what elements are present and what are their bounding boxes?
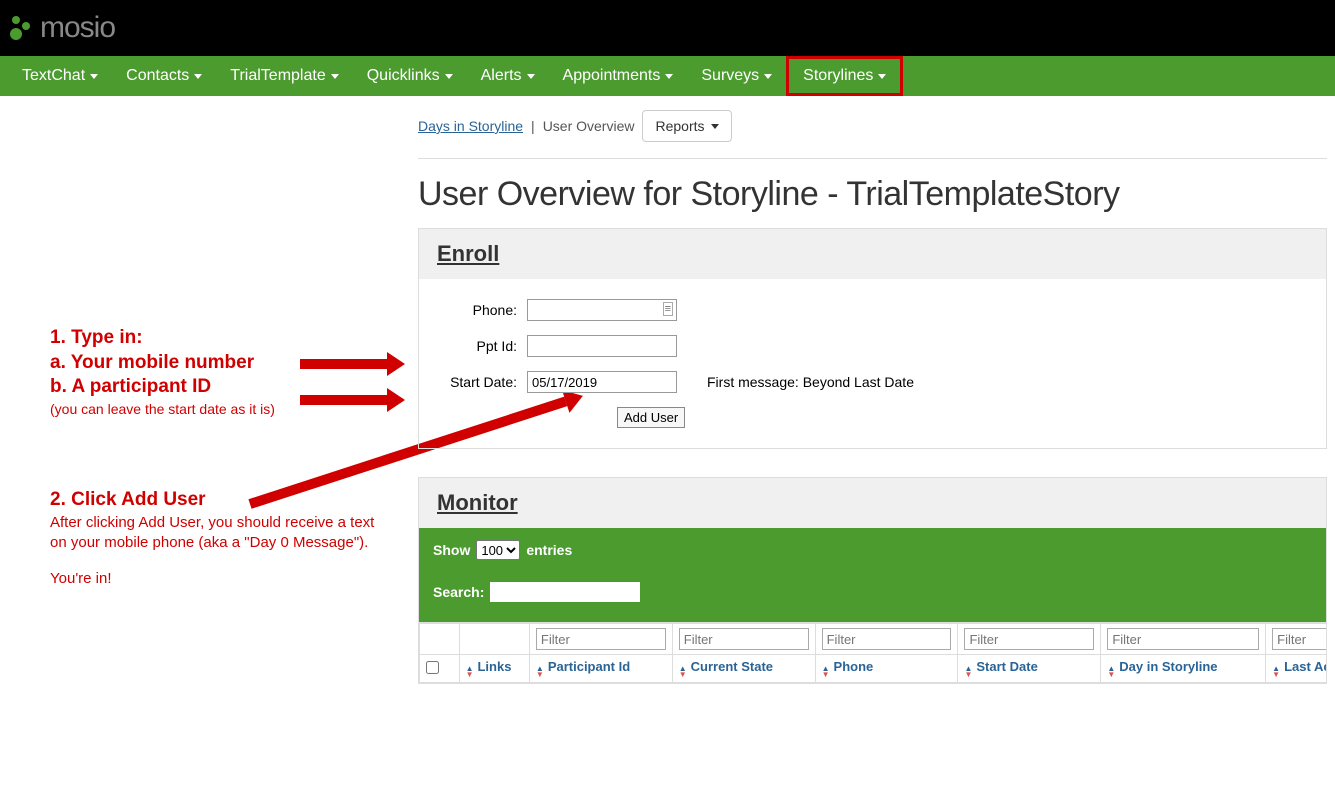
nav-label: TrialTemplate bbox=[230, 67, 325, 85]
chevron-down-icon bbox=[764, 74, 772, 79]
search-label: Search: bbox=[433, 584, 484, 600]
top-bar: mosio bbox=[0, 0, 1335, 56]
enroll-heading: Enroll bbox=[437, 241, 1308, 267]
filter-input-last-activity[interactable] bbox=[1272, 628, 1326, 650]
annotation-arrow-icon bbox=[300, 388, 405, 412]
entries-label: entries bbox=[526, 542, 572, 558]
nav-alerts[interactable]: Alerts bbox=[467, 56, 549, 96]
chevron-down-icon bbox=[878, 74, 886, 79]
reports-dropdown-button[interactable]: Reports bbox=[642, 110, 731, 142]
ppt-id-input[interactable] bbox=[527, 335, 677, 357]
filter-input-day-in-storyline[interactable] bbox=[1107, 628, 1259, 650]
page-body: Days in Storyline | User Overview Report… bbox=[410, 96, 1335, 684]
nav-label: Contacts bbox=[126, 67, 189, 85]
header-day-in-storyline[interactable]: ▲▼Day in Storyline bbox=[1101, 655, 1266, 683]
nav-label: Alerts bbox=[481, 67, 522, 85]
filter-input-phone[interactable] bbox=[822, 628, 952, 650]
header-last-activity-date[interactable]: ▲▼Last Activity Date bbox=[1266, 655, 1326, 683]
annotation-step2-body2: You're in! bbox=[50, 569, 380, 589]
header-links[interactable]: ▲▼Links bbox=[459, 655, 529, 683]
annotation-overlay: 1. Type in: a. Your mobile number b. A p… bbox=[0, 96, 410, 116]
add-user-button[interactable]: Add User bbox=[617, 407, 685, 428]
brand-logo-icon bbox=[8, 14, 36, 42]
nav-label: Appointments bbox=[563, 67, 661, 85]
nav-trialtemplate[interactable]: TrialTemplate bbox=[216, 56, 352, 96]
breadcrumb-link[interactable]: Days in Storyline bbox=[418, 118, 523, 134]
chevron-down-icon bbox=[711, 124, 719, 129]
nav-quicklinks[interactable]: Quicklinks bbox=[353, 56, 467, 96]
annotation-arrow-icon bbox=[300, 352, 405, 376]
nav-storylines[interactable]: Storylines bbox=[786, 56, 903, 96]
breadcrumb-row: Days in Storyline | User Overview Report… bbox=[410, 110, 1335, 152]
divider bbox=[418, 158, 1327, 159]
nav-label: Storylines bbox=[803, 67, 873, 85]
brand-logo: mosio bbox=[8, 11, 115, 45]
monitor-table: ▲▼Links ▲▼Participant Id ▲▼Current State… bbox=[419, 623, 1326, 683]
nav-surveys[interactable]: Surveys bbox=[687, 56, 786, 96]
enroll-panel-header: Enroll bbox=[419, 229, 1326, 279]
filter-input-start-date[interactable] bbox=[964, 628, 1094, 650]
show-label: Show bbox=[433, 542, 470, 558]
header-participant-id[interactable]: ▲▼Participant Id bbox=[529, 655, 672, 683]
breadcrumb-separator: | bbox=[531, 118, 535, 134]
nav-textchat[interactable]: TextChat bbox=[8, 56, 112, 96]
annotation-step1-title: 1. Type in: bbox=[50, 326, 370, 351]
nav-label: Quicklinks bbox=[367, 67, 440, 85]
autofill-icon: ≡ bbox=[663, 302, 673, 316]
monitor-heading: Monitor bbox=[437, 490, 1308, 516]
breadcrumb-current: User Overview bbox=[543, 118, 635, 134]
annotation-step2-body1: After clicking Add User, you should rece… bbox=[50, 513, 380, 554]
start-date-label: Start Date: bbox=[437, 374, 517, 390]
chevron-down-icon bbox=[665, 74, 673, 79]
phone-input[interactable] bbox=[527, 299, 677, 321]
filter-input-current-state[interactable] bbox=[679, 628, 809, 650]
filter-cell-checkbox bbox=[420, 624, 460, 655]
main-nav: TextChat Contacts TrialTemplate Quicklin… bbox=[0, 56, 1335, 96]
header-phone[interactable]: ▲▼Phone bbox=[815, 655, 958, 683]
filter-row bbox=[420, 624, 1327, 655]
header-start-date[interactable]: ▲▼Start Date bbox=[958, 655, 1101, 683]
phone-label: Phone: bbox=[437, 302, 517, 318]
chevron-down-icon bbox=[527, 74, 535, 79]
monitor-panel-header: Monitor bbox=[419, 478, 1326, 528]
page-title: User Overview for Storyline - TrialTempl… bbox=[410, 175, 1335, 228]
nav-contacts[interactable]: Contacts bbox=[112, 56, 216, 96]
annotation-step2-title: 2. Click Add User bbox=[50, 488, 380, 513]
enroll-panel: Enroll Phone: ≡ Ppt Id: Start Date: bbox=[418, 228, 1327, 449]
header-current-state[interactable]: ▲▼Current State bbox=[672, 655, 815, 683]
monitor-panel: Monitor Show 100 entries Search: bbox=[418, 477, 1327, 684]
nav-label: Surveys bbox=[701, 67, 759, 85]
reports-label: Reports bbox=[655, 118, 704, 134]
filter-cell-links bbox=[459, 624, 529, 655]
header-row: ▲▼Links ▲▼Participant Id ▲▼Current State… bbox=[420, 655, 1327, 683]
start-date-input[interactable] bbox=[527, 371, 677, 393]
ppt-id-label: Ppt Id: bbox=[437, 338, 517, 354]
nav-appointments[interactable]: Appointments bbox=[549, 56, 688, 96]
filter-input-participant-id[interactable] bbox=[536, 628, 666, 650]
first-message-text: First message: Beyond Last Date bbox=[707, 374, 914, 390]
select-all-checkbox[interactable] bbox=[426, 661, 439, 674]
monitor-controls: Show 100 entries Search: bbox=[419, 528, 1326, 622]
nav-label: TextChat bbox=[22, 67, 85, 85]
chevron-down-icon bbox=[194, 74, 202, 79]
entries-select[interactable]: 100 bbox=[476, 540, 520, 560]
header-checkbox[interactable] bbox=[420, 655, 460, 683]
chevron-down-icon bbox=[90, 74, 98, 79]
chevron-down-icon bbox=[331, 74, 339, 79]
brand-name: mosio bbox=[40, 11, 115, 45]
monitor-table-wrap: ▲▼Links ▲▼Participant Id ▲▼Current State… bbox=[419, 622, 1326, 683]
search-input[interactable] bbox=[490, 582, 640, 602]
chevron-down-icon bbox=[445, 74, 453, 79]
